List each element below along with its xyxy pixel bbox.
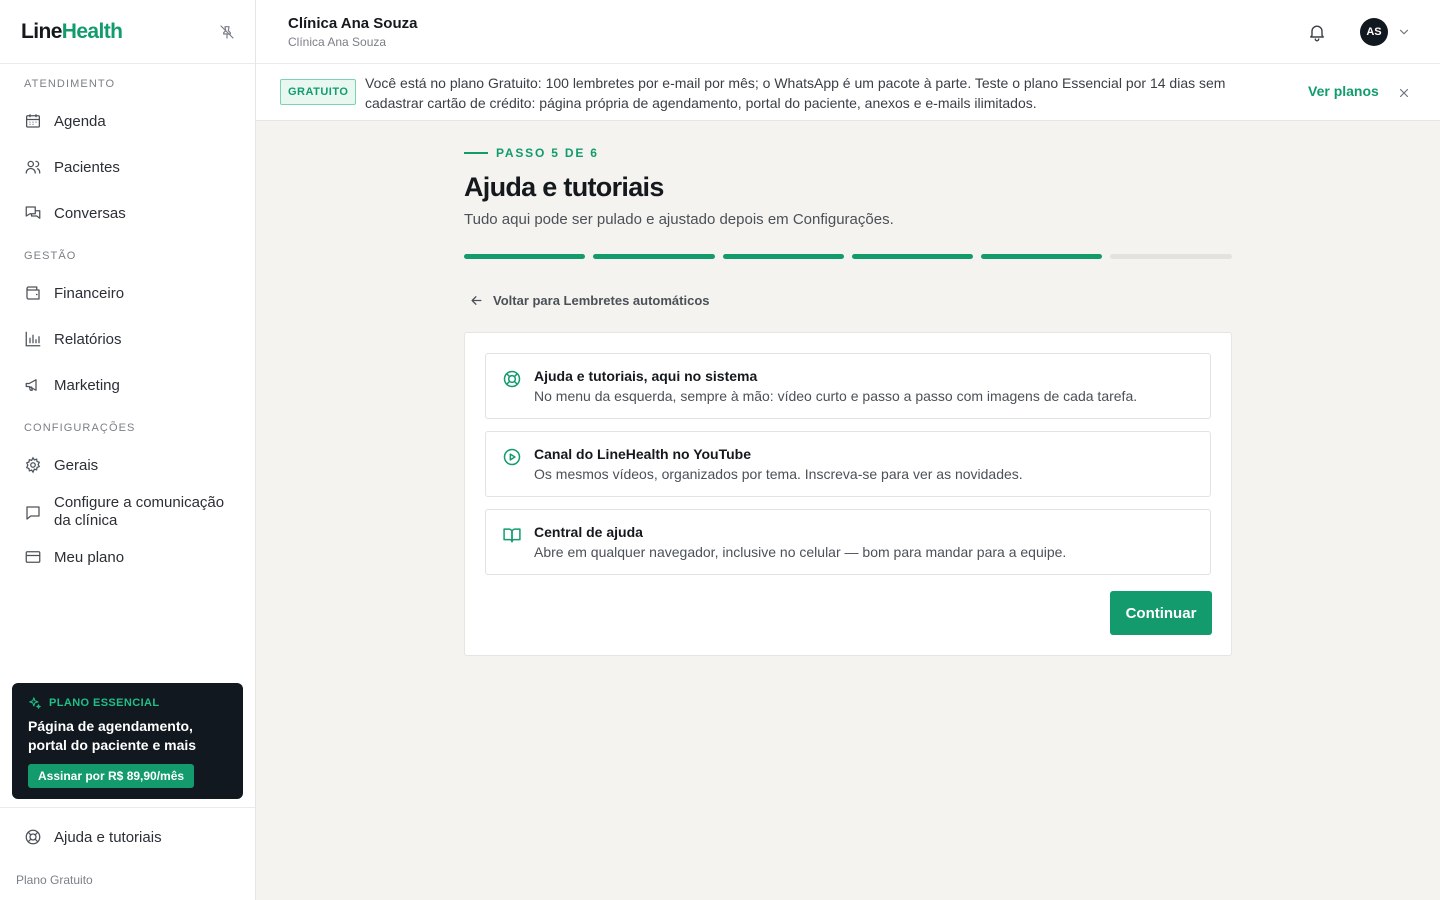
wallet-icon xyxy=(24,284,42,302)
sidebar-item-relatorios[interactable]: Relatórios xyxy=(24,330,122,348)
clinic-subtitle: Clínica Ana Souza xyxy=(288,35,387,49)
notifications-bell-icon[interactable] xyxy=(1306,21,1328,43)
progress-segment-pending xyxy=(1110,254,1232,259)
option-title: Central de ajuda xyxy=(534,524,643,540)
logo-text-line: Line xyxy=(21,19,62,43)
sidebar-item-label: Financeiro xyxy=(54,284,125,302)
progress-bar xyxy=(464,254,1232,259)
lifebuoy-icon xyxy=(501,368,523,390)
promo-tag-label: PLANO ESSENCIAL xyxy=(49,697,160,709)
sidebar-item-label: Ajuda e tutoriais xyxy=(54,828,162,846)
sidebar: LineHealth ATENDIMENTO Agenda Pacientes … xyxy=(0,0,256,900)
option-help-center[interactable]: Central de ajuda Abre em qualquer navega… xyxy=(485,509,1211,575)
users-icon xyxy=(24,158,42,176)
book-open-icon xyxy=(501,524,523,546)
sidebar-item-label: Meu plano xyxy=(54,548,125,566)
options-card: Ajuda e tutoriais, aqui no sistema No me… xyxy=(464,332,1232,656)
bar-chart-icon xyxy=(24,330,42,348)
sidebar-item-label: Pacientes xyxy=(54,158,120,176)
user-avatar[interactable]: AS xyxy=(1360,18,1388,46)
sidebar-item-agenda[interactable]: Agenda xyxy=(24,112,106,130)
see-plans-link[interactable]: Ver planos xyxy=(1308,83,1379,99)
sidebar-item-conversas[interactable]: Conversas xyxy=(24,204,126,222)
continue-button[interactable]: Continuar xyxy=(1110,591,1212,635)
promo-tag: PLANO ESSENCIAL xyxy=(28,696,227,710)
close-icon[interactable] xyxy=(1395,84,1413,102)
progress-segment-complete xyxy=(851,254,974,259)
sidebar-item-marketing[interactable]: Marketing xyxy=(24,376,120,394)
option-youtube-channel[interactable]: Canal do LineHealth no YouTube Os mesmos… xyxy=(485,431,1211,497)
calendar-icon xyxy=(24,112,42,130)
option-description: No menu da esquerda, sempre à mão: vídeo… xyxy=(534,388,1138,404)
sidebar-item-financeiro[interactable]: Financeiro xyxy=(24,284,124,302)
sidebar-item-label: Agenda xyxy=(54,112,106,130)
logo-text-health: Health xyxy=(61,19,123,43)
section-title-configuracoes: CONFIGURAÇÕES xyxy=(24,422,136,434)
megaphone-icon xyxy=(24,376,42,394)
sidebar-item-label: Relatórios xyxy=(54,330,122,348)
sparkle-icon xyxy=(28,696,42,710)
sidebar-item-label: Marketing xyxy=(54,376,120,394)
chat-bubbles-icon xyxy=(24,204,42,222)
message-square-icon xyxy=(24,504,42,522)
sidebar-item-ajuda[interactable]: Ajuda e tutoriais xyxy=(24,828,162,846)
plan-banner: GRATUITO Você está no plano Gratuito: 10… xyxy=(256,64,1440,121)
sidebar-item-label: Conversas xyxy=(54,204,126,222)
unpin-sidebar-icon[interactable] xyxy=(217,22,237,42)
sidebar-item-meu-plano[interactable]: Meu plano xyxy=(24,548,124,566)
page-title: Ajuda e tutoriais xyxy=(464,172,664,202)
progress-segment-complete xyxy=(593,254,715,259)
sidebar-item-label: Configure a comunicação da clínica xyxy=(54,494,225,529)
banner-text: Você está no plano Gratuito: 100 lembret… xyxy=(365,75,1226,111)
sidebar-item-label: Gerais xyxy=(54,456,99,474)
page-subtitle: Tudo aqui pode ser pulado e ajustado dep… xyxy=(464,211,894,228)
arrow-left-icon xyxy=(469,292,485,308)
progress-segment-complete xyxy=(464,254,586,259)
progress-segment-complete xyxy=(722,254,844,259)
option-description: Abre em qualquer navegador, inclusive no… xyxy=(534,544,1067,560)
brand-row: LineHealth xyxy=(0,0,255,64)
promo-title: Página de agendamento, portal do pacient… xyxy=(28,718,197,753)
gear-icon xyxy=(24,456,42,474)
option-in-app-help[interactable]: Ajuda e tutoriais, aqui no sistema No me… xyxy=(485,353,1211,419)
section-title-gestao: GESTÃO xyxy=(24,250,77,262)
lifebuoy-icon xyxy=(24,828,42,846)
back-link-label: Voltar para Lembretes automáticos xyxy=(493,292,710,308)
app-logo[interactable]: LineHealth xyxy=(21,19,123,44)
play-circle-icon xyxy=(501,446,523,468)
progress-segment-complete xyxy=(981,254,1103,259)
back-link[interactable]: Voltar para Lembretes automáticos xyxy=(469,292,710,308)
plan-badge: GRATUITO xyxy=(280,79,357,105)
step-line-decoration xyxy=(464,152,488,154)
sidebar-item-pacientes[interactable]: Pacientes xyxy=(24,158,120,176)
chevron-down-icon[interactable] xyxy=(1396,24,1412,40)
credit-card-icon xyxy=(24,548,42,566)
section-title-atendimento: ATENDIMENTO xyxy=(24,78,116,90)
option-description: Os mesmos vídeos, organizados por tema. … xyxy=(534,466,1023,482)
sidebar-item-comunicacao[interactable]: Configure a comunicação da clínica xyxy=(24,494,234,530)
option-title: Canal do LineHealth no YouTube xyxy=(534,446,752,462)
sidebar-item-gerais[interactable]: Gerais xyxy=(24,456,98,474)
top-bar: Clínica Ana Souza Clínica Ana Souza AS xyxy=(256,0,1440,64)
step-indicator: PASSO 5 DE 6 xyxy=(464,146,599,160)
step-label: PASSO 5 DE 6 xyxy=(496,146,599,160)
option-title: Ajuda e tutoriais, aqui no sistema xyxy=(534,368,758,384)
upgrade-promo-card: PLANO ESSENCIAL Página de agendamento, p… xyxy=(12,683,243,799)
subscribe-button[interactable]: Assinar por R$ 89,90/mês xyxy=(28,764,195,788)
plan-footer: Plano Gratuito xyxy=(16,873,93,887)
clinic-name: Clínica Ana Souza xyxy=(288,15,418,32)
